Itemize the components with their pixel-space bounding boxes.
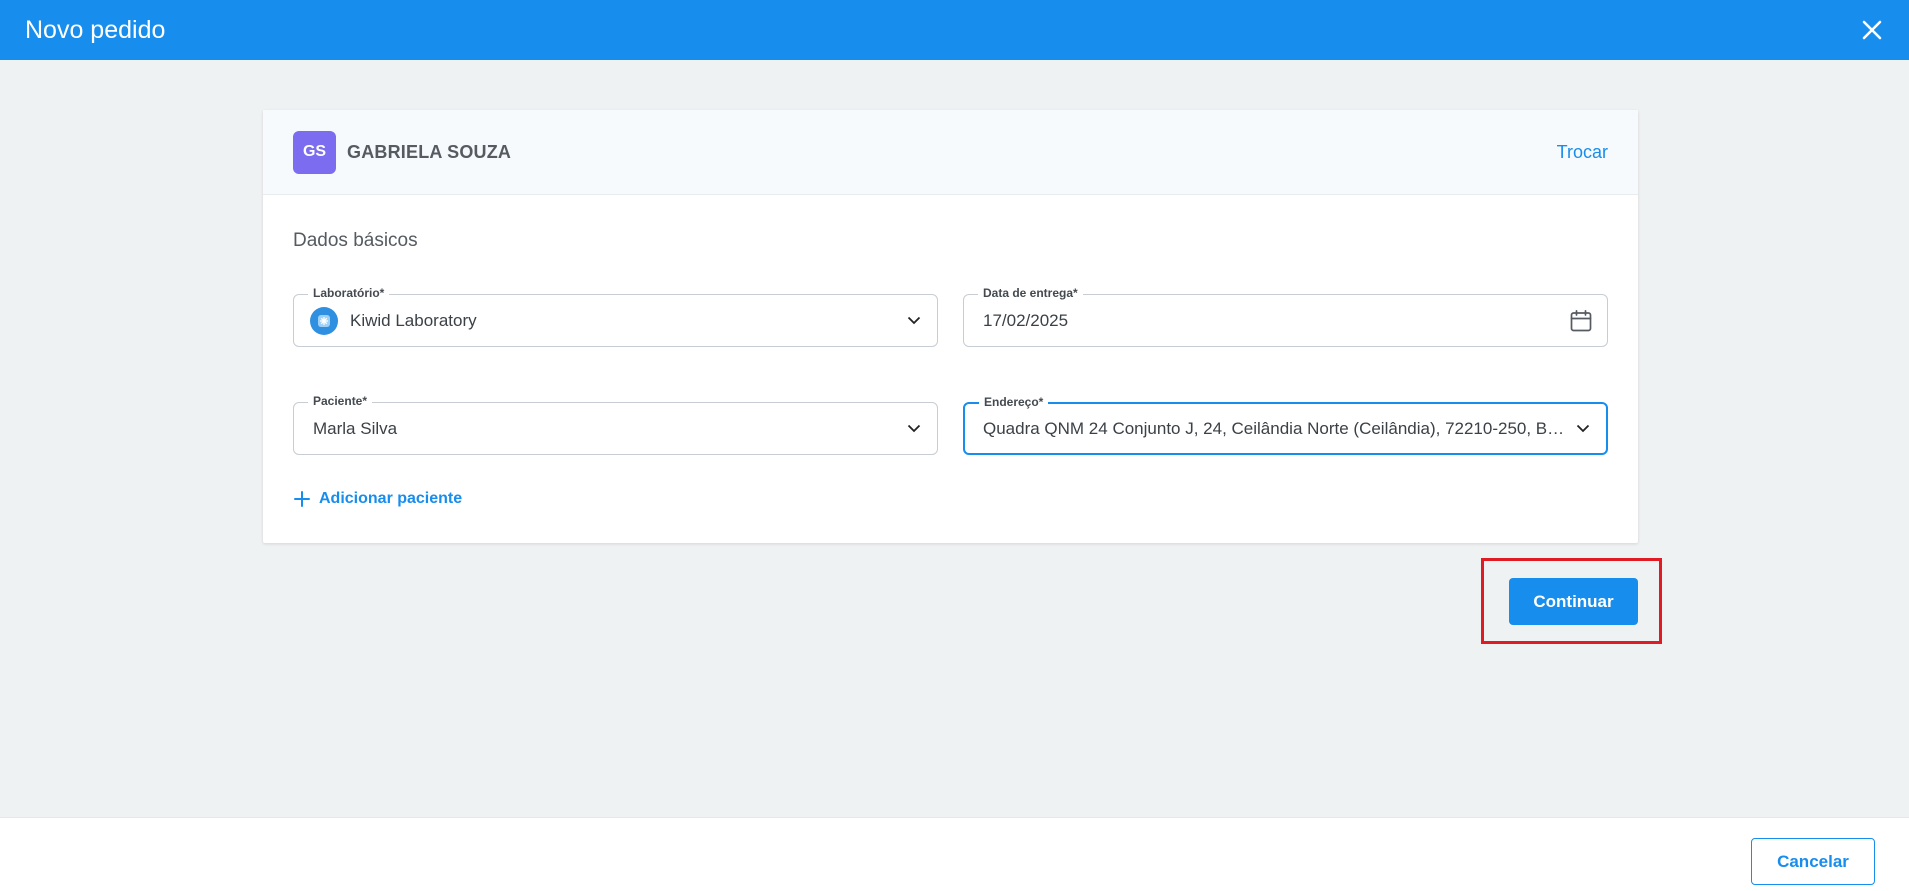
delivery-date-label: Data de entrega* [978,286,1083,300]
patient-select[interactable]: Paciente* Marla Silva [293,394,938,455]
laboratory-value: Kiwid Laboratory [350,310,477,330]
address-select[interactable]: Endereço* Quadra QNM 24 Conjunto J, 24, … [963,395,1608,455]
add-patient-label: Adicionar paciente [319,490,463,507]
header-bar: Novo pedido [0,0,1909,60]
avatar: GS [293,130,336,174]
user-header: GS GABRIELA SOUZA Trocar [263,110,1638,195]
delivery-date-value: 17/02/2025 [983,310,1069,330]
chevron-down-icon [905,420,923,438]
calendar-icon[interactable] [1569,309,1593,333]
address-label: Endereço* [979,395,1049,409]
patient-label: Paciente* [308,394,373,408]
swap-user-link[interactable]: Trocar [1557,142,1608,163]
delivery-date-field[interactable]: Data de entrega* 17/02/2025 [963,286,1608,347]
page-title: Novo pedido [25,15,166,44]
laboratory-label: Laboratório* [308,286,390,300]
cancel-button[interactable]: Cancelar [1751,838,1875,885]
chevron-down-icon [1574,420,1592,438]
lab-logo-icon [310,306,338,335]
address-value: Quadra QNM 24 Conjunto J, 24, Ceilândia … [983,418,1566,438]
user-name: GABRIELA SOUZA [347,141,512,162]
order-card: GS GABRIELA SOUZA Trocar Dados básicos L… [263,110,1638,543]
patient-value: Marla Silva [313,418,398,438]
add-patient-button[interactable]: Adicionar paciente [293,490,462,508]
chevron-down-icon [905,312,923,330]
user-info: GS GABRIELA SOUZA [293,130,512,174]
close-icon[interactable] [1859,17,1885,43]
continue-button[interactable]: Continuar [1509,578,1638,625]
laboratory-select[interactable]: Laboratório* Kiwid Laboratory [293,286,938,347]
section-title: Dados básicos [293,230,418,251]
plus-icon [293,490,311,508]
footer-bar [0,817,1909,891]
